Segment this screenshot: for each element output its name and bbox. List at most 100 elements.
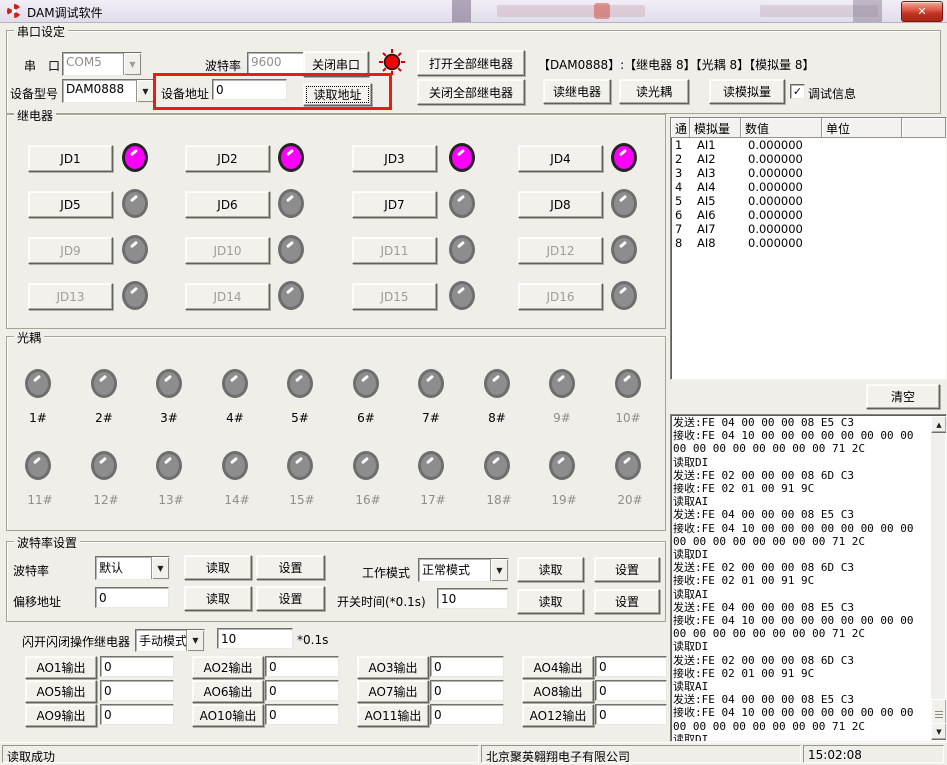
read-analog-button[interactable]: 读模拟量 <box>709 79 785 104</box>
table-row[interactable]: 1 AI1 0.000000 <box>671 138 946 152</box>
relay-button-jd8[interactable]: JD8 <box>518 191 603 218</box>
opto-label-2: 2# <box>89 411 119 425</box>
table-row[interactable]: 5 AI5 0.000000 <box>671 194 946 208</box>
opto-label-8: 8# <box>482 411 512 425</box>
opto-led-14 <box>222 451 248 480</box>
title-bar: DAM调试软件 ✕ <box>0 0 947 23</box>
column-header-channel[interactable]: 通 <box>671 118 690 138</box>
flash-time-input[interactable] <box>217 628 293 649</box>
offset-address-input[interactable] <box>95 587 169 608</box>
relay-button-jd12: JD12 <box>518 237 603 264</box>
ao9-output-button[interactable]: AO9输出 <box>25 704 97 727</box>
relay-button-jd5[interactable]: JD5 <box>28 191 113 218</box>
debug-info-checkbox[interactable]: ✓ <box>790 84 805 99</box>
table-row[interactable]: 2 AI2 0.000000 <box>671 152 946 166</box>
table-row[interactable]: 6 AI6 0.000000 <box>671 208 946 222</box>
ao1-output-input[interactable] <box>100 656 174 677</box>
ao4-output-input[interactable] <box>595 656 667 677</box>
relay-button-jd7[interactable]: JD7 <box>352 191 437 218</box>
relay-button-jd6[interactable]: JD6 <box>185 191 270 218</box>
status-result: 读取成功 <box>2 745 479 763</box>
opto-led-20 <box>615 451 641 480</box>
column-header-unit[interactable]: 单位 <box>822 118 902 138</box>
relay-button-jd15: JD15 <box>352 283 437 310</box>
app-logo-icon <box>6 3 22 19</box>
ao9-output-input[interactable] <box>100 704 174 725</box>
ao2-output-input[interactable] <box>265 656 339 677</box>
baud-setting-select[interactable]: 默认 ▼ <box>95 556 170 580</box>
switch-time-set-button[interactable]: 设置 <box>594 589 660 614</box>
relay-button-jd2[interactable]: JD2 <box>185 145 270 172</box>
column-header-value[interactable]: 数值 <box>741 118 822 138</box>
baud-set-button[interactable]: 设置 <box>256 555 325 580</box>
ao5-output-button[interactable]: AO5输出 <box>25 680 97 703</box>
close-button[interactable]: ✕ <box>901 1 943 22</box>
scroll-down-button[interactable]: ▼ <box>931 723 947 740</box>
ao6-output-input[interactable] <box>265 680 339 701</box>
flash-mode-select[interactable]: 手动模式 ▼ <box>135 629 205 652</box>
ao5-output-input[interactable] <box>100 680 174 701</box>
ao7-output-input[interactable] <box>430 680 504 701</box>
opto-led-19 <box>549 451 575 480</box>
offset-read-button[interactable]: 读取 <box>184 586 252 611</box>
open-all-relays-button[interactable]: 打开全部继电器 <box>417 50 525 76</box>
ao12-output-input[interactable] <box>595 704 667 725</box>
close-all-relays-button[interactable]: 关闭全部继电器 <box>417 79 525 105</box>
grip-icon <box>935 711 943 718</box>
ao10-output-input[interactable] <box>265 704 339 725</box>
work-mode-read-button[interactable]: 读取 <box>517 557 584 582</box>
relay-button-jd3[interactable]: JD3 <box>352 145 437 172</box>
ao6-output-button[interactable]: AO6输出 <box>192 680 264 703</box>
work-mode-set-button[interactable]: 设置 <box>594 557 660 582</box>
relay-led-jd1 <box>122 143 148 172</box>
opto-label-20: 20# <box>613 493 647 507</box>
relay-button-jd11: JD11 <box>352 237 437 264</box>
ao11-output-input[interactable] <box>430 704 504 725</box>
log-scrollbar[interactable]: ▲ ▼ <box>931 416 945 740</box>
read-opto-button[interactable]: 读光耦 <box>619 79 689 104</box>
relay-led-jd8 <box>611 189 637 218</box>
switch-time-input[interactable] <box>437 588 508 609</box>
opto-label-10: 10# <box>613 411 643 425</box>
status-company: 北京聚英翱翔电子有限公司 <box>481 745 801 763</box>
opto-label-1: 1# <box>23 411 53 425</box>
table-row[interactable]: 8 AI8 0.000000 <box>671 236 946 250</box>
ao3-output-input[interactable] <box>430 656 504 677</box>
comm-log[interactable]: 发送:FE 04 00 00 00 08 E5 C3 接收:FE 04 10 0… <box>670 414 947 742</box>
close-icon: ✕ <box>917 5 926 18</box>
window-title: DAM调试软件 <box>27 4 103 21</box>
column-header-blank[interactable] <box>902 118 946 138</box>
baud-setting-label: 波特率 <box>13 562 49 579</box>
relay-led-jd5 <box>122 189 148 218</box>
ao2-output-button[interactable]: AO2输出 <box>192 656 264 679</box>
work-mode-select[interactable]: 正常模式 ▼ <box>418 558 509 582</box>
ao8-output-input[interactable] <box>595 680 667 701</box>
offset-set-button[interactable]: 设置 <box>256 586 325 611</box>
relay-led-jd16 <box>611 281 637 310</box>
read-relay-button[interactable]: 读继电器 <box>543 79 611 104</box>
ao7-output-button[interactable]: AO7输出 <box>357 680 429 703</box>
opto-label-18: 18# <box>482 493 516 507</box>
opto-led-12 <box>91 451 117 480</box>
ao12-output-button[interactable]: AO12输出 <box>522 704 594 727</box>
ao8-output-button[interactable]: AO8输出 <box>522 680 594 703</box>
switch-time-read-button[interactable]: 读取 <box>517 589 584 614</box>
ao1-output-button[interactable]: AO1输出 <box>25 656 97 679</box>
table-row[interactable]: 7 AI7 0.000000 <box>671 222 946 236</box>
relay-led-jd10 <box>278 235 304 264</box>
ao4-output-button[interactable]: AO4输出 <box>522 656 594 679</box>
relay-button-jd4[interactable]: JD4 <box>518 145 603 172</box>
scroll-up-button[interactable]: ▲ <box>931 416 947 433</box>
ao10-output-button[interactable]: AO10输出 <box>192 704 264 727</box>
clear-log-button[interactable]: 清空 <box>866 384 940 409</box>
model-select[interactable]: DAM0888 ▼ <box>62 79 155 103</box>
table-row[interactable]: 4 AI4 0.000000 <box>671 180 946 194</box>
table-row[interactable]: 3 AI3 0.000000 <box>671 166 946 180</box>
opto-led-5 <box>287 369 313 398</box>
opto-led-1 <box>25 369 51 398</box>
relay-button-jd1[interactable]: JD1 <box>28 145 113 172</box>
column-header-analog[interactable]: 模拟量 <box>690 118 741 138</box>
ao11-output-button[interactable]: AO11输出 <box>357 704 429 727</box>
baud-read-button[interactable]: 读取 <box>184 555 252 580</box>
ao3-output-button[interactable]: AO3输出 <box>357 656 429 679</box>
